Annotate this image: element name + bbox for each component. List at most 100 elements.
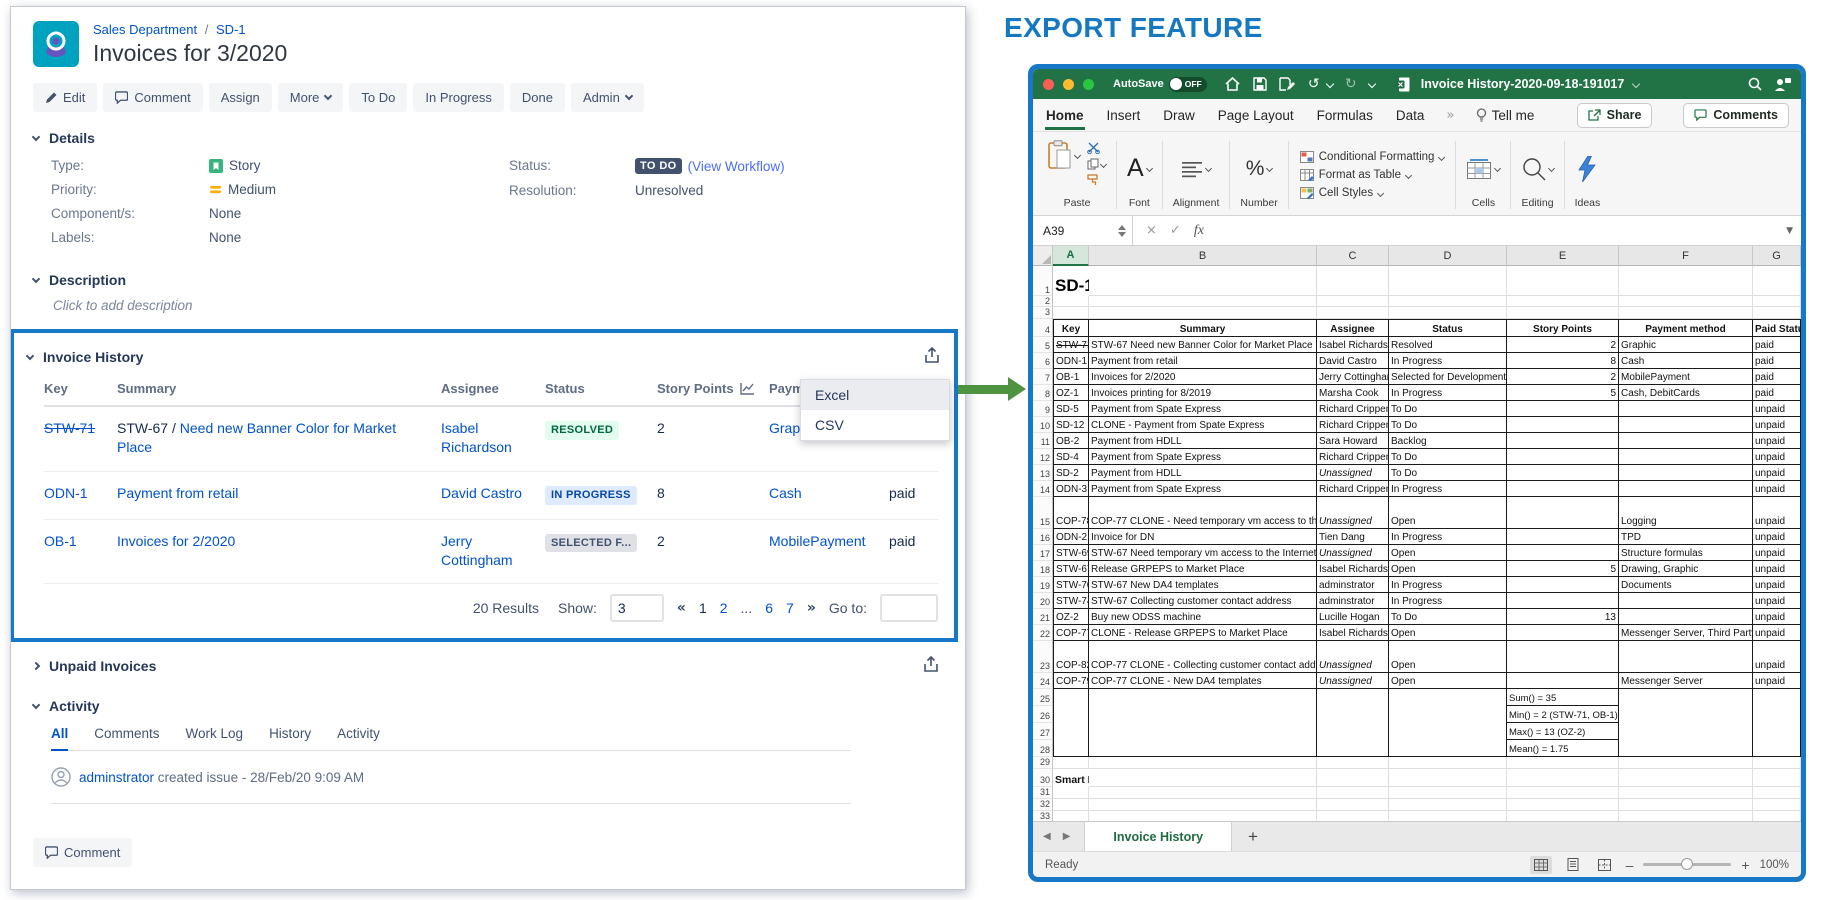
cell-key[interactable]: SD-5 [1053, 401, 1089, 417]
cell-paid-status[interactable]: unpaid [1753, 417, 1801, 433]
cell-payment-method[interactable]: Drawing, Graphic [1619, 561, 1753, 577]
page-2[interactable]: 2 [720, 600, 728, 616]
cell-key[interactable]: OB-2 [1053, 433, 1089, 449]
cell-key[interactable]: STW-67 [1053, 561, 1089, 577]
edit-button[interactable]: Edit [33, 83, 97, 112]
cell-story-points[interactable] [1507, 545, 1619, 561]
undo-dropdown-chevron-icon[interactable] [1326, 80, 1334, 88]
cell-assignee[interactable]: Richard Crippen [1317, 481, 1389, 497]
cell-paid-status[interactable]: unpaid [1753, 433, 1801, 449]
cell-payment-method[interactable]: MobilePayment [1619, 369, 1753, 385]
row-number[interactable]: 13 [1033, 465, 1053, 481]
cell[interactable] [1619, 296, 1753, 307]
cell-story-points[interactable]: 2 [1507, 337, 1619, 353]
activity-user-link[interactable]: adminstrator [79, 770, 154, 785]
cell[interactable] [1317, 799, 1389, 811]
row-number[interactable]: 17 [1033, 545, 1053, 561]
font-group[interactable]: A Font [1118, 135, 1161, 215]
row-number[interactable]: 9 [1033, 401, 1053, 417]
cell[interactable] [1507, 757, 1619, 769]
cell-payment-method[interactable] [1619, 609, 1753, 625]
cell-key[interactable]: OB-1 [1053, 369, 1089, 385]
cell-payment-method[interactable] [1619, 641, 1753, 673]
cell-summary[interactable]: STW-67 New DA4 templates [1089, 577, 1317, 593]
cell-paid-status[interactable]: unpaid [1753, 673, 1801, 689]
cell-story-points[interactable]: 13 [1507, 609, 1619, 625]
cell-payment-method[interactable] [1619, 465, 1753, 481]
share-user-icon[interactable] [1773, 75, 1791, 93]
issue-key-link[interactable]: STW-71 [44, 420, 95, 436]
row-number[interactable]: 27 [1033, 723, 1053, 740]
cell[interactable] [1053, 307, 1089, 318]
cell-assignee[interactable]: Unassigned [1317, 673, 1389, 689]
zoom-window-button[interactable] [1083, 79, 1094, 90]
cell-payment-method[interactable] [1619, 417, 1753, 433]
cell-key[interactable]: COP-82 [1053, 641, 1089, 673]
row-number[interactable]: 14 [1033, 481, 1053, 497]
tab-home[interactable]: Home [1045, 100, 1085, 130]
cell-story-points[interactable] [1507, 673, 1619, 689]
cell-status[interactable]: In Progress [1389, 593, 1507, 609]
row-number[interactable]: 7 [1033, 369, 1053, 385]
payment-link[interactable]: MobilePayment [769, 533, 866, 549]
cell-assignee[interactable]: Isabel Richardson [1317, 337, 1389, 353]
copy-icon[interactable] [1087, 158, 1099, 170]
cell[interactable] [1317, 757, 1389, 769]
activity-tab-work-log[interactable]: Work Log [186, 726, 244, 751]
cell[interactable] [1619, 811, 1753, 821]
tab-page-layout[interactable]: Page Layout [1217, 100, 1295, 130]
row-number[interactable]: 10 [1033, 417, 1053, 433]
row-number[interactable]: 32 [1033, 799, 1053, 811]
column-header-C[interactable]: C [1317, 246, 1389, 266]
cell[interactable] [1053, 723, 1089, 740]
page-1[interactable]: 1 [699, 600, 707, 616]
name-box-stepper[interactable] [1118, 225, 1126, 237]
enter-icon[interactable]: ✓ [1170, 223, 1181, 238]
column-header-E[interactable]: E [1507, 246, 1619, 266]
cancel-icon[interactable]: × [1146, 223, 1157, 238]
cell-assignee[interactable]: Richard Crippen [1317, 449, 1389, 465]
cell-status[interactable]: To Do [1389, 401, 1507, 417]
assignee-link[interactable]: David Castro [441, 485, 522, 501]
cell-story-points[interactable] [1507, 401, 1619, 417]
cell-paid-status[interactable]: paid [1753, 337, 1801, 353]
cell-assignee[interactable]: Richard Crippen [1317, 417, 1389, 433]
cell-key[interactable]: SD-4 [1053, 449, 1089, 465]
cell-assignee[interactable]: Jerry Cottingham [1317, 369, 1389, 385]
cell[interactable] [1089, 723, 1317, 740]
cell[interactable] [1317, 307, 1389, 318]
cell-summary[interactable]: Payment from Spate Express [1089, 481, 1317, 497]
cell[interactable] [1389, 811, 1507, 821]
cell-status[interactable]: To Do [1389, 609, 1507, 625]
cell-status[interactable]: Open [1389, 625, 1507, 641]
row-number[interactable]: 29 [1033, 757, 1053, 769]
cell[interactable] [1619, 769, 1753, 787]
editing-group[interactable]: Editing [1512, 135, 1562, 215]
cell[interactable] [1389, 787, 1507, 799]
cell[interactable] [1053, 799, 1089, 811]
cell-status[interactable]: To Do [1389, 417, 1507, 433]
cell-payment-method[interactable]: Messenger Server, Third Party [1619, 625, 1753, 641]
page-6[interactable]: 6 [765, 600, 773, 616]
cell-paid-status[interactable]: unpaid [1753, 497, 1801, 529]
collapse-chevron-icon[interactable] [32, 132, 40, 140]
more-button[interactable]: More [278, 83, 344, 112]
cell-paid-status[interactable]: paid [1753, 385, 1801, 401]
cell-summary[interactable]: COP-77 CLONE - Need temporary vm access … [1089, 497, 1317, 529]
row-number[interactable]: 19 [1033, 577, 1053, 593]
cell[interactable] [1619, 723, 1753, 740]
cell[interactable] [1753, 266, 1801, 296]
cell[interactable] [1317, 811, 1389, 821]
cell[interactable] [1619, 740, 1753, 757]
cell[interactable] [1507, 811, 1619, 821]
cell-payment-method[interactable] [1619, 481, 1753, 497]
column-header-F[interactable]: F [1619, 246, 1753, 266]
cut-icon[interactable] [1087, 142, 1100, 154]
cell-status[interactable]: In Progress [1389, 385, 1507, 401]
cell[interactable] [1389, 307, 1507, 318]
cell-status[interactable]: In Progress [1389, 481, 1507, 497]
cell[interactable] [1753, 811, 1801, 821]
row-number[interactable]: 21 [1033, 609, 1053, 625]
cell-status[interactable]: Open [1389, 545, 1507, 561]
cell[interactable] [1389, 706, 1507, 723]
